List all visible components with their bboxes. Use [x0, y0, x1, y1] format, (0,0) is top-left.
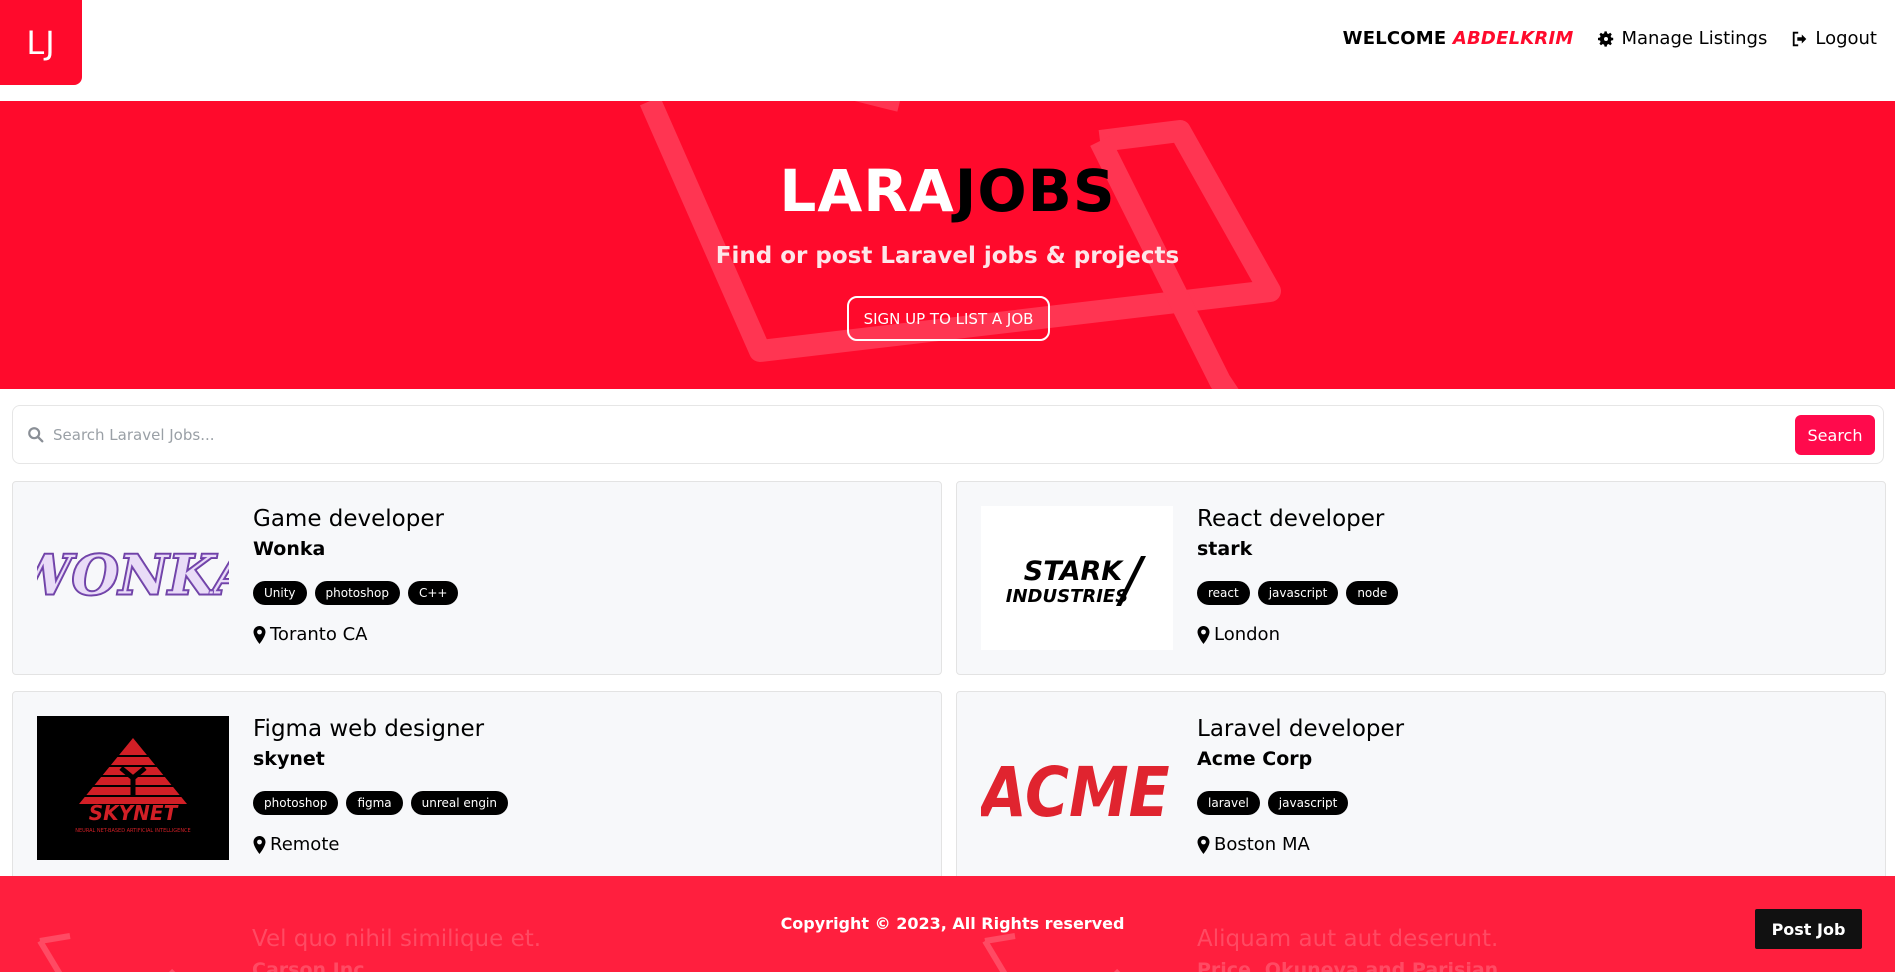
- tag-list: laravel javascript: [1197, 791, 1349, 815]
- map-marker-icon: [253, 835, 266, 854]
- manage-listings-label: Manage Listings: [1621, 28, 1768, 49]
- logout-label: Logout: [1815, 28, 1877, 49]
- search-bar: Search: [12, 405, 1884, 464]
- job-location: Toranto CA: [253, 624, 367, 645]
- location-text: Toranto CA: [270, 624, 368, 645]
- wonka-logo-text-fill: WONKA: [37, 543, 229, 607]
- tag-pill[interactable]: photoshop: [253, 791, 339, 815]
- tag-pill[interactable]: react: [1197, 581, 1250, 605]
- skynet-logo-text: SKYNET: [89, 801, 179, 825]
- job-title[interactable]: Figma web designer: [253, 716, 484, 742]
- hero-title-lara: LARA: [779, 157, 955, 225]
- tag-list: Unity photoshop C++: [253, 581, 459, 605]
- hero-title-jobs: JOBS: [954, 157, 1116, 225]
- job-listing-card[interactable]: ACME Laravel developer Acme Corp laravel…: [956, 691, 1886, 885]
- job-listing-card[interactable]: WONKA WONKA Game developer Wonka Unity p…: [12, 481, 942, 675]
- logout-link[interactable]: Logout: [1791, 28, 1877, 49]
- search-icon: [28, 427, 44, 443]
- tag-pill[interactable]: javascript: [1267, 791, 1349, 815]
- welcome-prefix: WELCOME: [1342, 28, 1453, 49]
- manage-listings-link[interactable]: Manage Listings: [1597, 28, 1767, 49]
- tag-pill[interactable]: C++: [407, 581, 459, 605]
- tag-pill[interactable]: node: [1346, 581, 1399, 605]
- company-name: Acme Corp: [1197, 748, 1313, 770]
- job-listing-card[interactable]: SKYNET NEURAL NET-BASED ARTIFICIAL INTEL…: [12, 691, 942, 885]
- nav-right: WELCOME ABDELKRIM Manage Listings Logout: [1343, 28, 1877, 49]
- welcome-username: ABDELKRIM: [1452, 28, 1574, 49]
- job-title[interactable]: React developer: [1197, 506, 1384, 532]
- company-logo-wonka[interactable]: WONKA WONKA: [37, 506, 229, 650]
- hero-title: LARAJOBS: [0, 157, 1895, 225]
- company-name: skynet: [253, 748, 325, 770]
- company-logo-stark[interactable]: STARK INDUSTRIES: [981, 506, 1173, 650]
- tag-pill[interactable]: figma: [346, 791, 403, 815]
- tag-pill[interactable]: javascript: [1257, 581, 1339, 605]
- tag-pill[interactable]: photoshop: [314, 581, 400, 605]
- company-name: stark: [1197, 538, 1253, 560]
- listing-thumb-ghost-icon: [37, 933, 176, 972]
- location-text: Boston MA: [1214, 834, 1310, 855]
- tag-pill[interactable]: unreal engin: [410, 791, 508, 815]
- welcome-message: WELCOME ABDELKRIM: [1343, 28, 1574, 49]
- company-name: Wonka: [253, 538, 326, 560]
- stark-logo-text-2: INDUSTRIES: [1006, 586, 1128, 607]
- site-logo[interactable]: LJ: [0, 0, 82, 85]
- location-text: London: [1214, 624, 1280, 645]
- logout-icon: [1793, 31, 1807, 46]
- ghost-company-name: Carson Inc: [252, 959, 365, 972]
- job-location: London: [1197, 624, 1280, 645]
- job-location: Boston MA: [1197, 834, 1310, 855]
- search-button[interactable]: Search: [1795, 415, 1875, 455]
- copyright-text: Copyright © 2023, All Rights reserved: [780, 914, 1125, 933]
- job-title[interactable]: Game developer: [253, 506, 444, 532]
- top-navbar: LJ WELCOME ABDELKRIM Manage Listings Log…: [0, 0, 1895, 101]
- footer: Vel quo nihil similique et. Carson Inc A…: [0, 876, 1895, 972]
- map-marker-icon: [1197, 625, 1210, 644]
- company-logo-skynet[interactable]: SKYNET NEURAL NET-BASED ARTIFICIAL INTEL…: [37, 716, 229, 860]
- job-location: Remote: [253, 834, 339, 855]
- acme-logo-text: ACME: [981, 753, 1170, 833]
- skynet-logo-subtext: NEURAL NET-BASED ARTIFICIAL INTELLIGENCE: [75, 828, 190, 834]
- hero-subtitle: Find or post Laravel jobs & projects: [715, 243, 1180, 269]
- job-listing-card[interactable]: STARK INDUSTRIES React developer stark r…: [956, 481, 1886, 675]
- tag-list: photoshop figma unreal engin: [253, 791, 508, 815]
- hero-banner: LARAJOBS Find or post Laravel jobs & pro…: [0, 101, 1895, 389]
- stark-logo-text-1: STARK: [1024, 556, 1124, 587]
- tag-pill[interactable]: laravel: [1197, 791, 1260, 815]
- signup-list-job-button[interactable]: SIGN UP TO LIST A JOB: [847, 296, 1050, 341]
- map-marker-icon: [1197, 835, 1210, 854]
- tag-pill[interactable]: Unity: [253, 581, 307, 605]
- post-job-button[interactable]: Post Job: [1755, 909, 1862, 949]
- job-title[interactable]: Laravel developer: [1197, 716, 1404, 742]
- listing-thumb-ghost-icon: [982, 933, 1121, 972]
- tag-list: react javascript node: [1197, 581, 1399, 605]
- search-input[interactable]: [53, 415, 1753, 455]
- ghost-company-name: Price, Okuneva and Parisian: [1197, 959, 1499, 972]
- company-logo-acme[interactable]: ACME: [981, 716, 1173, 860]
- location-text: Remote: [270, 834, 340, 855]
- gear-icon: [1598, 30, 1614, 47]
- map-marker-icon: [253, 625, 266, 644]
